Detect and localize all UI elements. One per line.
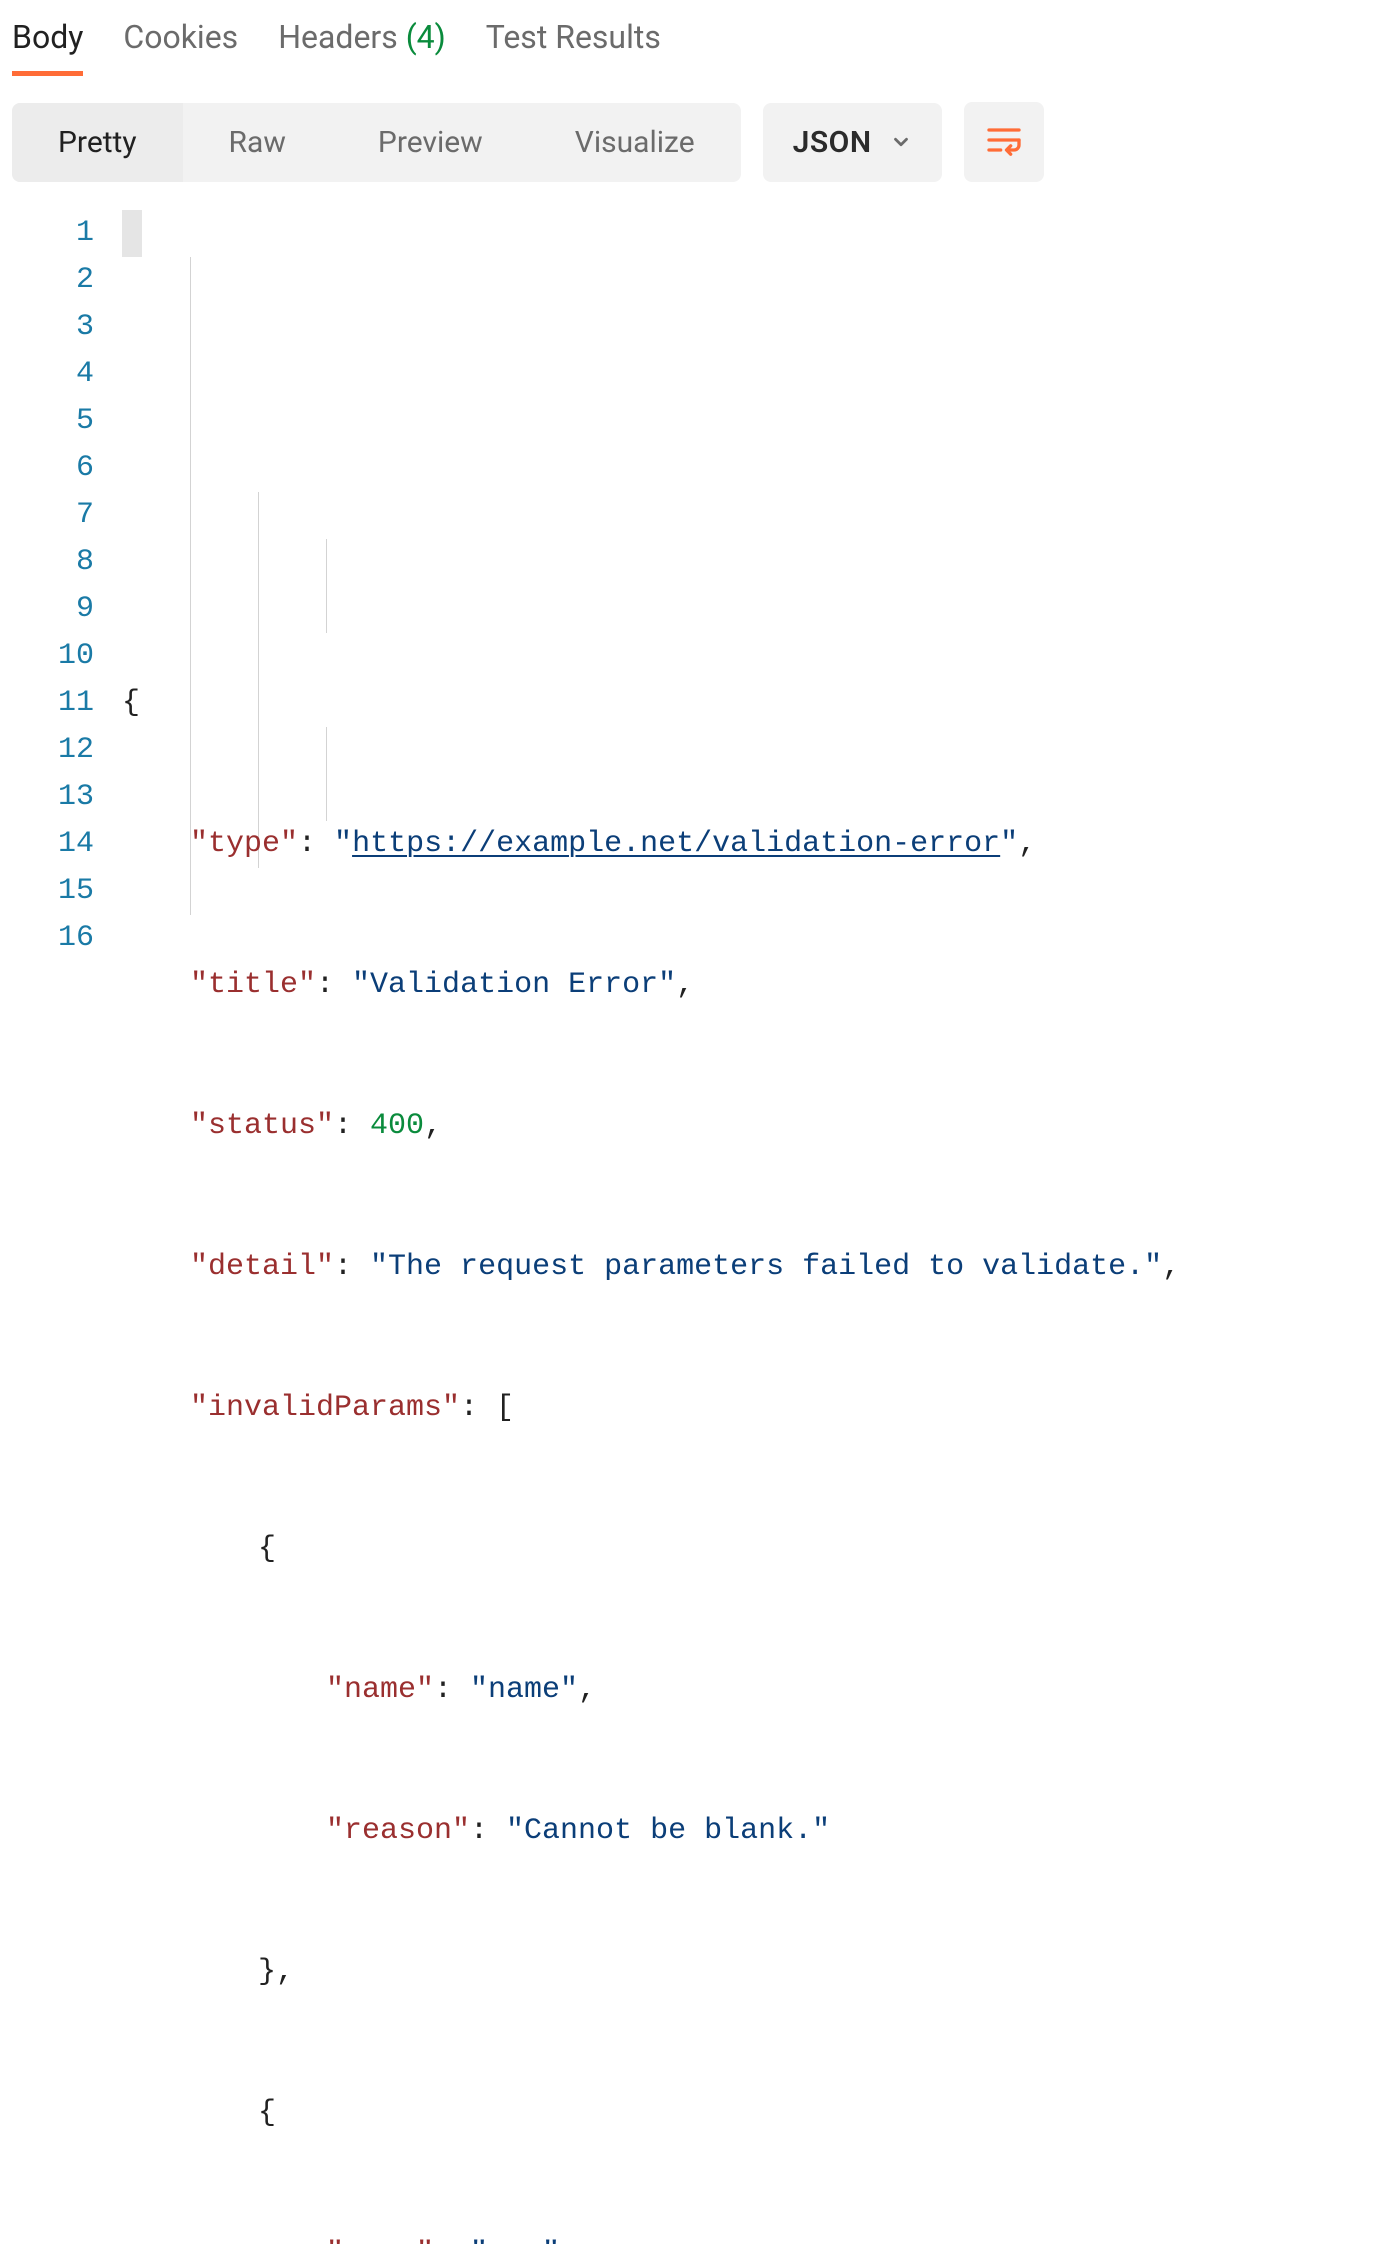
code-line: { (122, 1526, 1180, 1573)
indent-guide (190, 257, 191, 915)
line-number: 6 (12, 445, 94, 492)
chevron-down-icon (890, 131, 912, 153)
line-number: 3 (12, 304, 94, 351)
code-line: "detail": "The request parameters failed… (122, 1244, 1180, 1291)
line-number: 11 (12, 680, 94, 727)
view-mode-toggle: Pretty Raw Preview Visualize (12, 103, 741, 182)
code-line: { (122, 2090, 1180, 2137)
line-number: 13 (12, 774, 94, 821)
wrap-lines-icon (984, 120, 1024, 164)
response-tabs: Body Cookies Headers (4) Test Results (12, 10, 1380, 80)
type-url-link[interactable]: https://example.net/validation-error (352, 827, 1000, 861)
code-line: "name": "age", (122, 2231, 1180, 2244)
line-number: 14 (12, 821, 94, 868)
fold-handle-top[interactable] (122, 210, 142, 257)
line-number: 7 (12, 492, 94, 539)
indent-guide (326, 727, 327, 821)
line-number: 15 (12, 868, 94, 915)
format-select[interactable]: JSON (763, 103, 942, 182)
line-number: 10 (12, 633, 94, 680)
tab-cookies[interactable]: Cookies (123, 10, 238, 72)
line-number-gutter: 1 2 3 4 5 6 7 8 9 10 11 12 13 14 15 16 (12, 210, 122, 2244)
view-raw[interactable]: Raw (183, 103, 332, 182)
tab-body[interactable]: Body (12, 10, 83, 72)
view-preview[interactable]: Preview (332, 103, 529, 182)
code-line: }, (122, 1949, 1180, 1996)
line-number: 5 (12, 398, 94, 445)
response-body-viewer: 1 2 3 4 5 6 7 8 9 10 11 12 13 14 15 16 {… (12, 210, 1380, 2244)
tab-headers-label: Headers (278, 18, 398, 56)
code-line: "type": "https://example.net/validation-… (122, 821, 1180, 868)
view-visualize[interactable]: Visualize (529, 103, 741, 182)
line-number: 8 (12, 539, 94, 586)
headers-count-badge: (4) (406, 18, 446, 56)
line-number: 16 (12, 915, 94, 962)
line-number: 12 (12, 727, 94, 774)
code-line: { (122, 680, 1180, 727)
tab-headers[interactable]: Headers (4) (278, 10, 446, 72)
wrap-text-button[interactable] (964, 102, 1044, 182)
code-line: "invalidParams": [ (122, 1385, 1180, 1432)
code-line: "name": "name", (122, 1667, 1180, 1714)
format-select-label: JSON (793, 125, 872, 160)
code-line: "status": 400, (122, 1103, 1180, 1150)
code-line: "reason": "Cannot be blank." (122, 1808, 1180, 1855)
line-number: 4 (12, 351, 94, 398)
code-content[interactable]: { "type": "https://example.net/validatio… (122, 210, 1180, 2244)
line-number: 2 (12, 257, 94, 304)
body-controls-row: Pretty Raw Preview Visualize JSON (12, 102, 1380, 182)
line-number: 9 (12, 586, 94, 633)
code-line: "title": "Validation Error", (122, 962, 1180, 1009)
indent-guide (326, 539, 327, 633)
line-number: 1 (12, 210, 94, 257)
view-pretty[interactable]: Pretty (12, 103, 183, 182)
tab-test-results[interactable]: Test Results (486, 10, 661, 72)
